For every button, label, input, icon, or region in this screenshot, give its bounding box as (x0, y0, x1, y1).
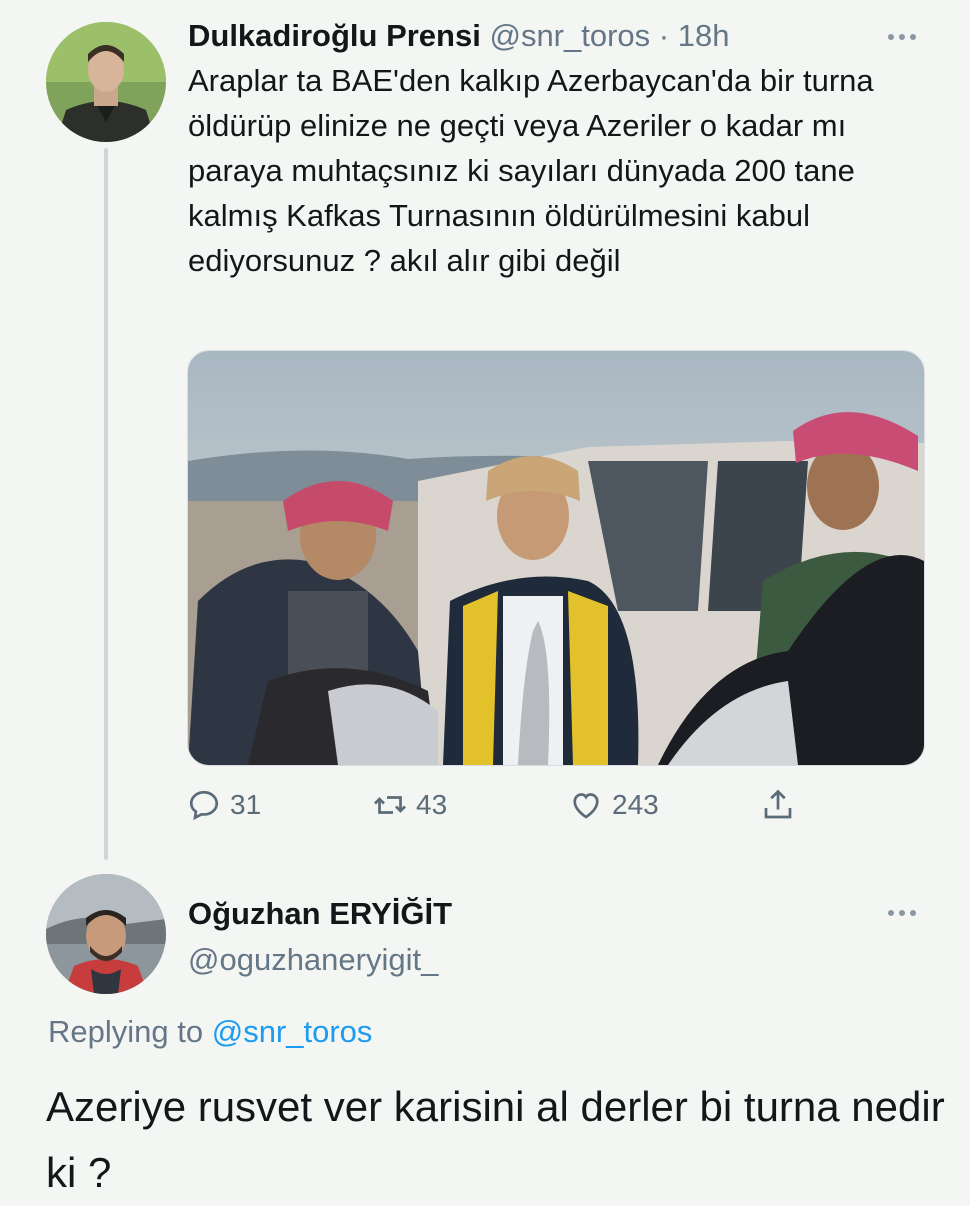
tweet-header: Dulkadiroğlu Prensi @snr_toros · 18h (188, 16, 729, 56)
tweet-photo[interactable] (187, 350, 925, 766)
more-icon[interactable] (884, 906, 920, 920)
retweet-button[interactable]: 43 (372, 780, 447, 830)
more-icon[interactable] (884, 30, 920, 44)
author-handle[interactable]: @snr_toros (489, 18, 650, 53)
retweet-icon (374, 796, 406, 814)
tweet-text: Araplar ta BAE'den kalkıp Azerbaycan'da … (188, 63, 874, 278)
reply-author-name[interactable]: Oğuzhan ERYİĞİT (188, 894, 452, 934)
reply-count: 31 (230, 789, 262, 820)
thread-connector-line (104, 148, 108, 860)
share-icon (764, 789, 792, 819)
header-separator: · (658, 18, 670, 53)
share-button[interactable] (760, 780, 796, 830)
reply-icon (189, 790, 219, 821)
reply-author-handle[interactable]: @oguzhaneryigit_ (188, 940, 438, 980)
reply-button[interactable]: 31 (186, 780, 261, 830)
reply-author-avatar[interactable] (46, 874, 166, 994)
replying-to-line: Replying to @snr_toros (48, 1010, 372, 1054)
like-icon (573, 793, 599, 819)
author-name[interactable]: Dulkadiroğlu Prensi (188, 18, 481, 53)
tweet-actions: 31 43 243 (186, 780, 826, 830)
like-count: 243 (612, 789, 659, 820)
retweet-count: 43 (416, 789, 448, 820)
like-button[interactable]: 243 (568, 780, 659, 830)
author-avatar[interactable] (46, 22, 166, 142)
tweet-timestamp[interactable]: 18h (678, 18, 730, 53)
replying-to-mention[interactable]: @snr_toros (212, 1014, 373, 1049)
replying-to-label: Replying to (48, 1014, 204, 1049)
reply-text: Azeriye rusvet ver karisini al derler bi… (46, 1083, 945, 1196)
